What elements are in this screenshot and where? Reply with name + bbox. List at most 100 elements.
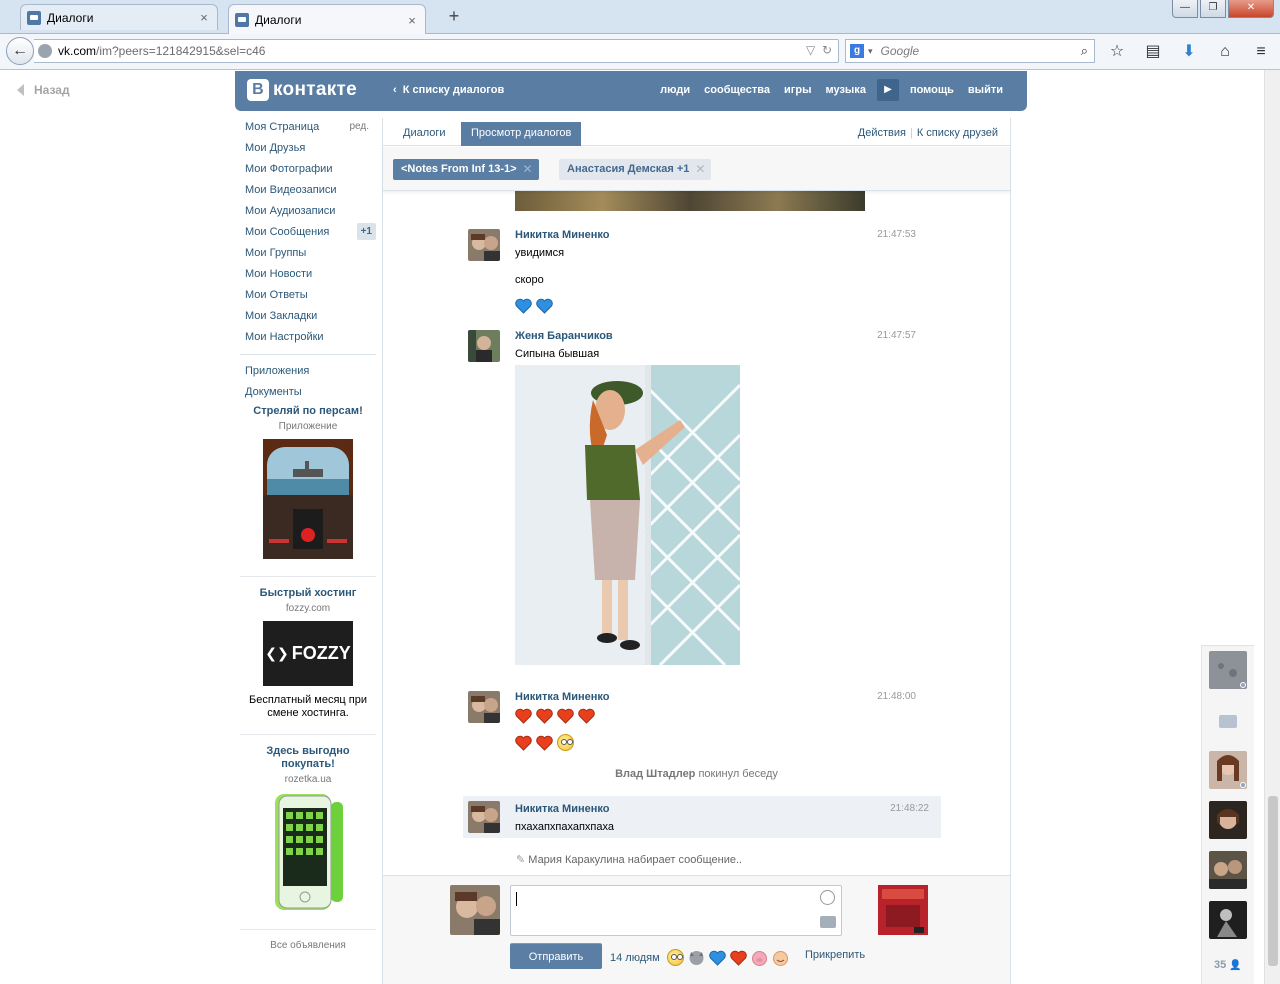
sidebar-item-messages[interactable]: Мои Сообщения +1 — [240, 223, 376, 244]
menu-icon[interactable]: ≡ — [1248, 40, 1274, 64]
chat-contact-avatar[interactable] — [1209, 851, 1247, 889]
close-chat-icon[interactable]: ✕ — [695, 159, 705, 179]
ad-title[interactable]: Быстрый хостинг — [240, 587, 376, 600]
my-avatar[interactable] — [450, 885, 500, 935]
avatar[interactable] — [468, 691, 500, 723]
friends-list-link[interactable]: К списку друзей — [917, 127, 998, 139]
message-author[interactable]: Женя Баранчиков — [515, 330, 613, 342]
laughing-smile-icon[interactable] — [772, 950, 789, 966]
nav-people[interactable]: люди — [653, 79, 697, 101]
sidebar-item-news[interactable]: Мои Новости — [240, 265, 376, 286]
avatar[interactable] — [468, 801, 500, 833]
close-tab-icon[interactable]: × — [197, 10, 211, 25]
browser-tab-2[interactable]: Диалоги × — [228, 4, 426, 35]
message-time[interactable]: 21:47:53 — [877, 229, 916, 240]
bookmark-star-icon[interactable]: ☆ — [1104, 40, 1130, 64]
message[interactable]: Женя Баранчиков 21:47:57 Сипына бывшая — [468, 330, 928, 680]
chat-chip[interactable]: Анастасия Демская +1 ✕ — [559, 159, 712, 180]
chat-contact-avatar[interactable] — [1209, 801, 1247, 839]
sidebar-item-settings[interactable]: Мои Настройки — [240, 328, 376, 349]
tab-view-dialogs[interactable]: Просмотр диалогов — [461, 122, 582, 146]
edit-link[interactable]: ред. — [349, 118, 369, 136]
camera-icon[interactable] — [820, 916, 836, 928]
ad-title[interactable]: Стреляй по персам! — [240, 405, 376, 418]
chat-chip-active[interactable]: <Notes From Inf 13-1> ✕ — [393, 159, 539, 180]
sidebar-item-friends[interactable]: Мои Друзья — [240, 139, 376, 160]
message-history[interactable]: Никитка Миненко 21:47:53 увидимся скоро … — [383, 191, 1010, 875]
back-link[interactable]: Назад — [17, 83, 70, 97]
ad-title[interactable]: Здесь выгодно покупать! — [240, 745, 376, 771]
message-time[interactable]: 21:48:22 — [890, 803, 929, 814]
attach-link[interactable]: Прикрепить — [805, 949, 865, 961]
sidebar-item-apps[interactable]: Приложения — [240, 362, 376, 383]
sidebar-item-audios[interactable]: Мои Аудиозаписи — [240, 202, 376, 223]
camera-icon[interactable] — [1209, 702, 1247, 740]
sidebar-item-my-page[interactable]: Моя Страница ред. — [240, 118, 376, 139]
phone-image[interactable] — [263, 792, 353, 915]
message[interactable]: Никитка Миненко 21:48:00 — [468, 691, 928, 751]
back-arrow-button[interactable]: ← — [6, 37, 34, 65]
message-author[interactable]: Никитка Миненко — [515, 229, 609, 241]
scrollbar-thumb[interactable] — [1268, 796, 1278, 966]
tab-dialogs[interactable]: Диалоги — [393, 122, 456, 146]
chat-contact-avatar[interactable] — [1209, 751, 1247, 789]
dropdown-icon[interactable]: ▾ — [868, 46, 873, 57]
close-chat-icon[interactable]: ✕ — [522, 159, 532, 179]
minimize-button[interactable]: — — [1172, 0, 1198, 18]
magnifier-icon[interactable]: ⌕ — [1081, 43, 1088, 59]
url-bar[interactable]: vk.com/im?peers=121842915&sel=c46 ▽ ↻ — [34, 39, 839, 63]
ad-hosting[interactable]: Быстрый хостинг fozzy.com ❮❯ FOZZY Беспла… — [240, 587, 376, 720]
send-button[interactable]: Отправить — [510, 943, 602, 969]
download-icon[interactable]: ⬇ — [1176, 40, 1202, 64]
message-author[interactable]: Никитка Миненко — [515, 691, 609, 703]
home-icon[interactable]: ⌂ — [1212, 40, 1238, 64]
ad-shop[interactable]: Здесь выгодно покупать! rozetka.ua — [240, 745, 376, 915]
message-time[interactable]: 21:47:57 — [877, 330, 916, 341]
quick-count-link[interactable]: 14 людям — [610, 952, 660, 964]
wolf-icon[interactable] — [688, 950, 705, 966]
sidebar-item-photos[interactable]: Мои Фотографии — [240, 160, 376, 181]
nav-help[interactable]: помощь — [903, 79, 961, 101]
ad-game-image[interactable] — [263, 439, 353, 562]
photo-attachment-partial[interactable] — [515, 191, 865, 211]
message-time[interactable]: 21:48:00 — [877, 691, 916, 702]
blush-smile-icon[interactable] — [666, 949, 684, 966]
sidebar-item-documents[interactable]: Документы — [240, 383, 376, 404]
nav-communities[interactable]: сообщества — [697, 79, 777, 101]
vk-logo[interactable]: B контакте — [247, 79, 357, 101]
ad-game[interactable]: Стреляй по персам! Приложение — [240, 405, 376, 562]
new-tab-button[interactable]: + — [444, 6, 464, 27]
sidebar-item-bookmarks[interactable]: Мои Закладки — [240, 307, 376, 328]
blue-heart-icon[interactable] — [708, 950, 726, 966]
photo-attachment[interactable] — [515, 365, 742, 667]
nav-music[interactable]: музыка — [818, 79, 872, 101]
fozzy-logo[interactable]: ❮❯ FOZZY — [263, 621, 353, 686]
album-cover[interactable] — [878, 885, 928, 935]
message-input[interactable] — [510, 885, 842, 936]
close-tab-icon[interactable]: × — [405, 13, 419, 28]
maximize-button[interactable]: ❐ — [1200, 0, 1226, 18]
play-icon[interactable]: ▶ — [876, 79, 899, 101]
pig-icon[interactable] — [751, 950, 768, 966]
message-author[interactable]: Никитка Миненко — [515, 803, 609, 815]
chat-contact-avatar[interactable] — [1209, 651, 1247, 689]
google-icon[interactable]: g — [850, 44, 864, 58]
online-count[interactable]: 35 👤 — [1214, 959, 1242, 971]
sidebar-item-groups[interactable]: Мои Группы — [240, 244, 376, 265]
sidebar-item-videos[interactable]: Мои Видеозаписи — [240, 181, 376, 202]
all-ads-link[interactable]: Все объявления — [240, 940, 376, 951]
message[interactable]: Никитка Миненко 21:47:53 увидимся скоро — [468, 229, 928, 319]
nav-games[interactable]: игры — [777, 79, 818, 101]
chat-contact-avatar[interactable] — [1209, 901, 1247, 939]
sidebar-item-answers[interactable]: Мои Ответы — [240, 286, 376, 307]
message-highlighted[interactable]: Никитка Миненко 21:48:22 пхахапхпахапхпа… — [463, 796, 941, 838]
search-bar[interactable]: g ▾ Google ⌕ — [845, 39, 1095, 63]
nav-logout[interactable]: выйти — [961, 79, 1010, 101]
close-window-button[interactable]: ✕ — [1228, 0, 1274, 18]
browser-tab-1[interactable]: Диалоги × — [20, 4, 218, 30]
avatar[interactable] — [468, 330, 500, 362]
left-user-name[interactable]: Влад Штадлер — [615, 768, 695, 780]
actions-link[interactable]: Действия — [858, 127, 906, 139]
emoji-picker-icon[interactable] — [820, 890, 835, 905]
page-scrollbar[interactable] — [1264, 70, 1280, 984]
